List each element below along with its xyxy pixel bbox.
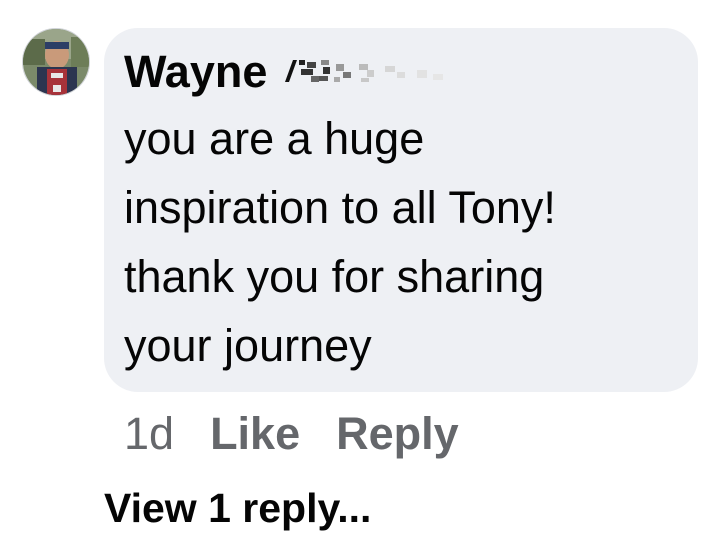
like-button[interactable]: Like: [210, 408, 300, 460]
comment-author[interactable]: Wayne: [124, 46, 457, 98]
comment-timestamp[interactable]: 1d: [124, 408, 174, 460]
reply-button[interactable]: Reply: [336, 408, 459, 460]
avatar-photo-icon: [23, 29, 89, 95]
view-replies-link[interactable]: View 1 reply...: [104, 480, 371, 552]
redacted-surname-icon: [281, 52, 457, 92]
author-name[interactable]: Wayne: [124, 46, 267, 98]
author-avatar[interactable]: [22, 28, 90, 96]
comment-actions: 1d Like Reply: [124, 404, 459, 464]
comment-text: you are a huge inspiration to all Tony! …: [124, 113, 556, 371]
